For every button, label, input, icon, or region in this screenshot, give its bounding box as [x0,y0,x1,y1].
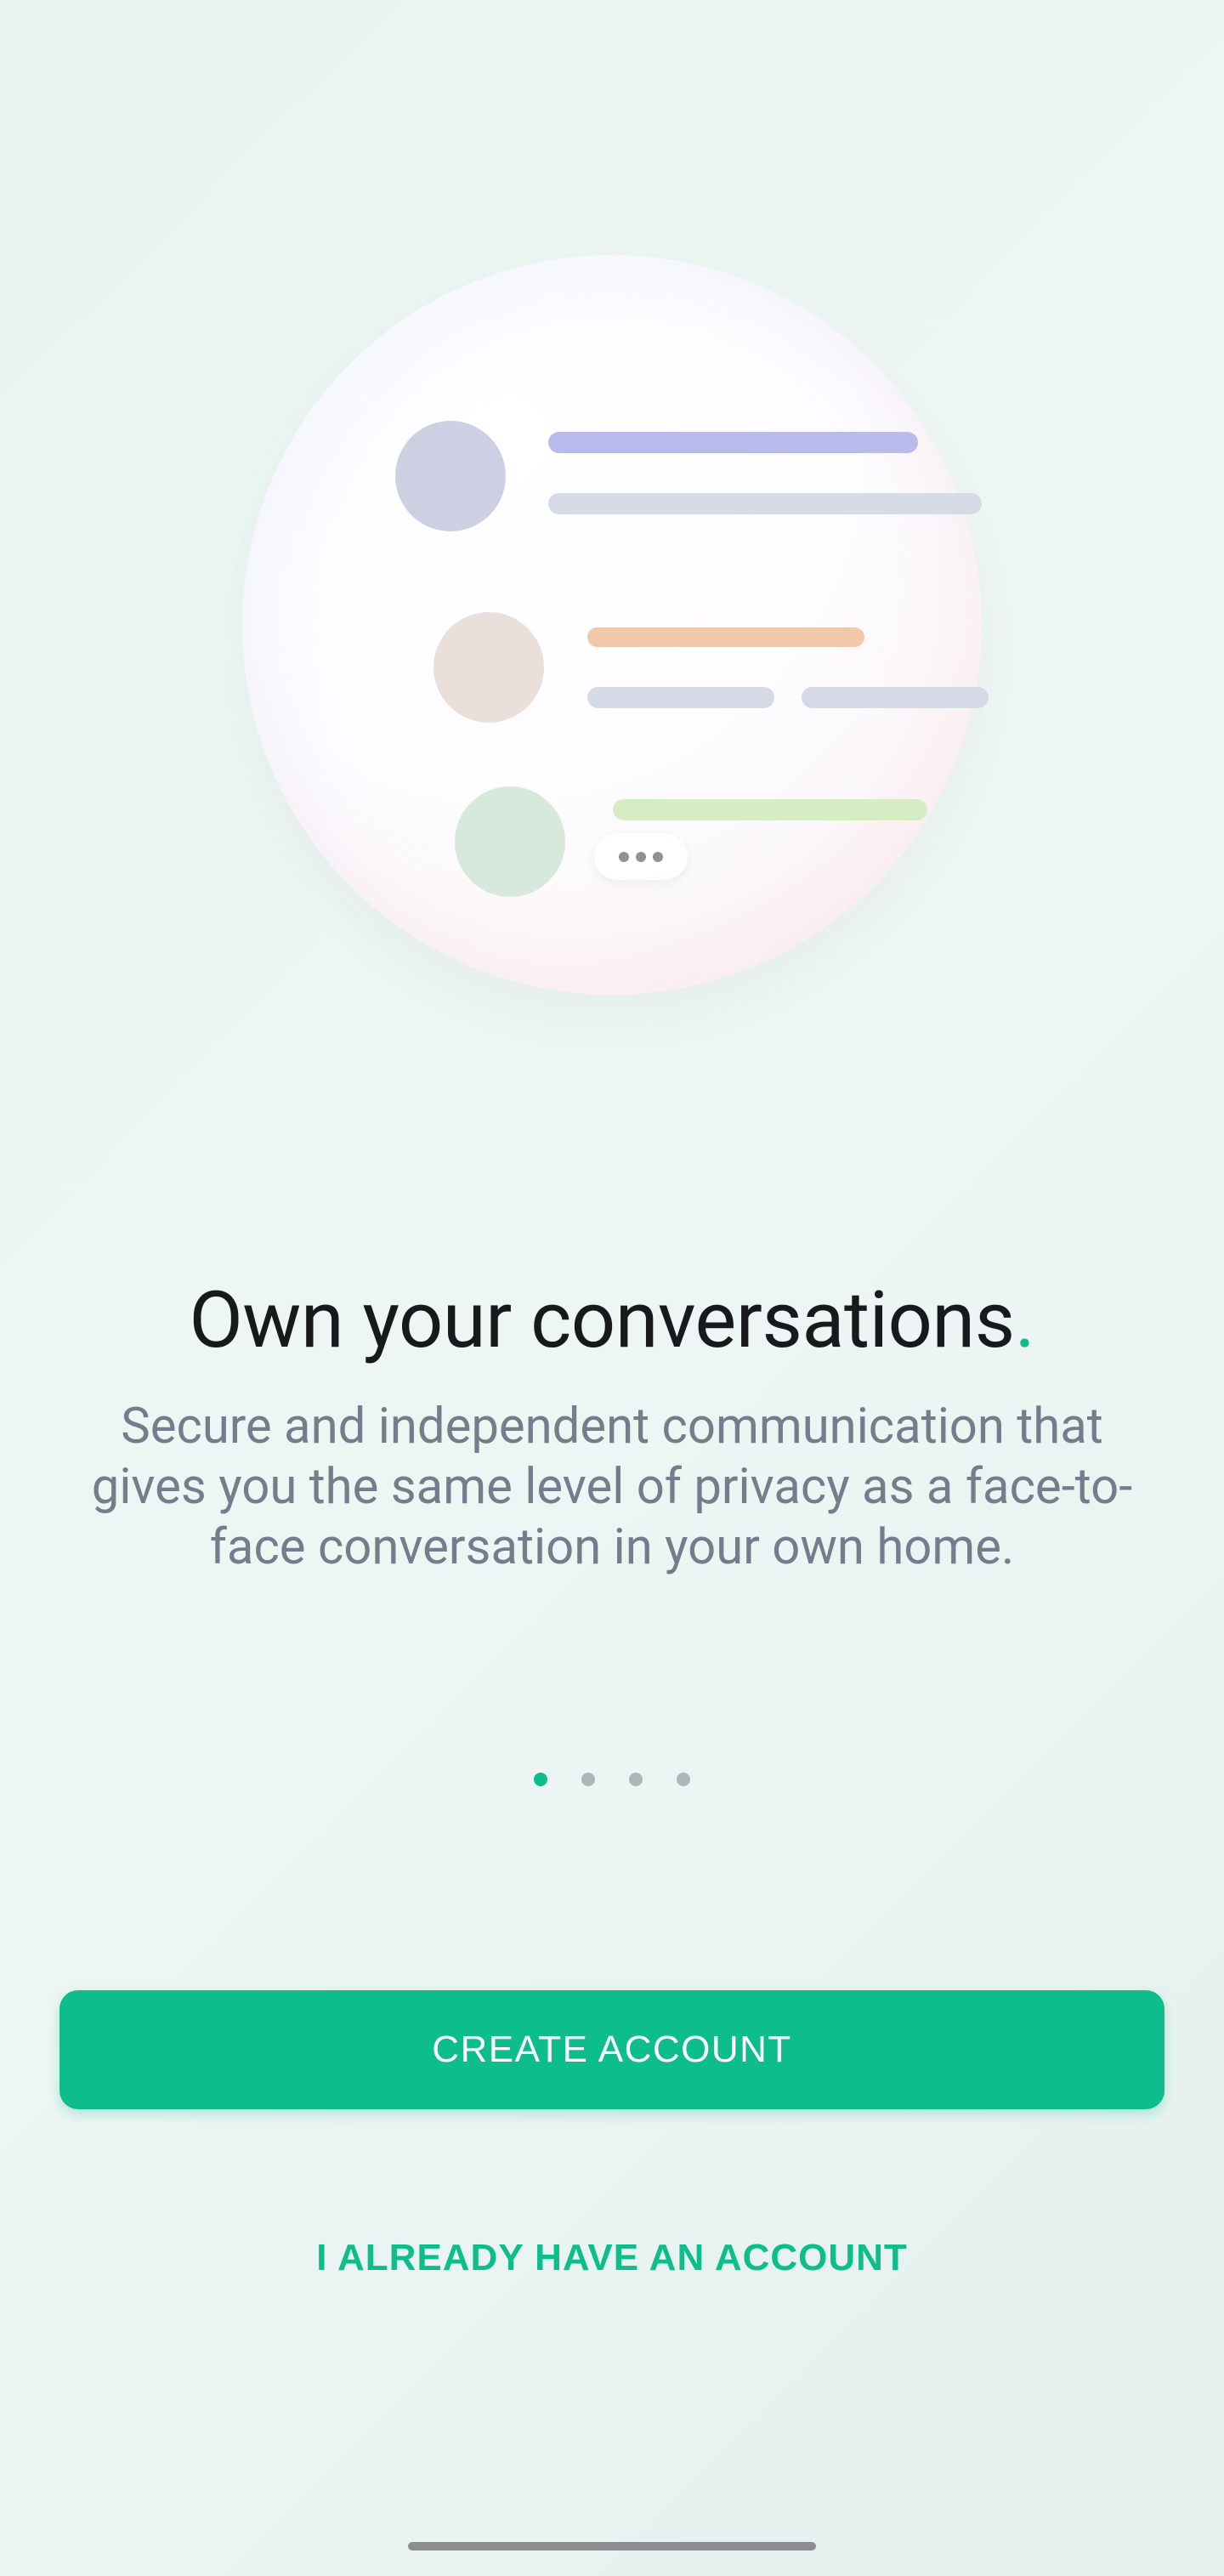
page-indicator [534,1773,690,1786]
chat-avatar-icon [395,421,506,531]
chat-line-icon [613,799,927,820]
chat-line-icon [587,687,774,708]
onboarding-title: Own your conversations. [190,1275,1035,1366]
chat-avatar-icon [455,786,565,897]
page-dot-4[interactable] [677,1773,690,1786]
create-account-button[interactable]: CREATE ACCOUNT [60,1990,1164,2109]
page-dot-3[interactable] [629,1773,643,1786]
chat-line-icon [548,493,982,514]
onboarding-title-text: Own your conversations [190,1275,1015,1366]
bubble-bg [242,255,982,995]
onboarding-subtitle: Secure and independent communication tha… [68,1397,1156,1577]
page-dot-1[interactable] [534,1773,547,1786]
typing-indicator-icon [594,833,688,880]
title-period: . [1015,1275,1035,1366]
home-indicator[interactable] [408,2542,816,2550]
chat-line-icon [548,432,918,453]
chat-avatar-icon [434,612,544,723]
existing-account-button[interactable]: I ALREADY HAVE AN ACCOUNT [316,2237,908,2279]
chat-line-icon [802,687,989,708]
chat-line-icon [587,627,864,647]
page-dot-2[interactable] [581,1773,595,1786]
onboarding-illustration [242,255,982,995]
